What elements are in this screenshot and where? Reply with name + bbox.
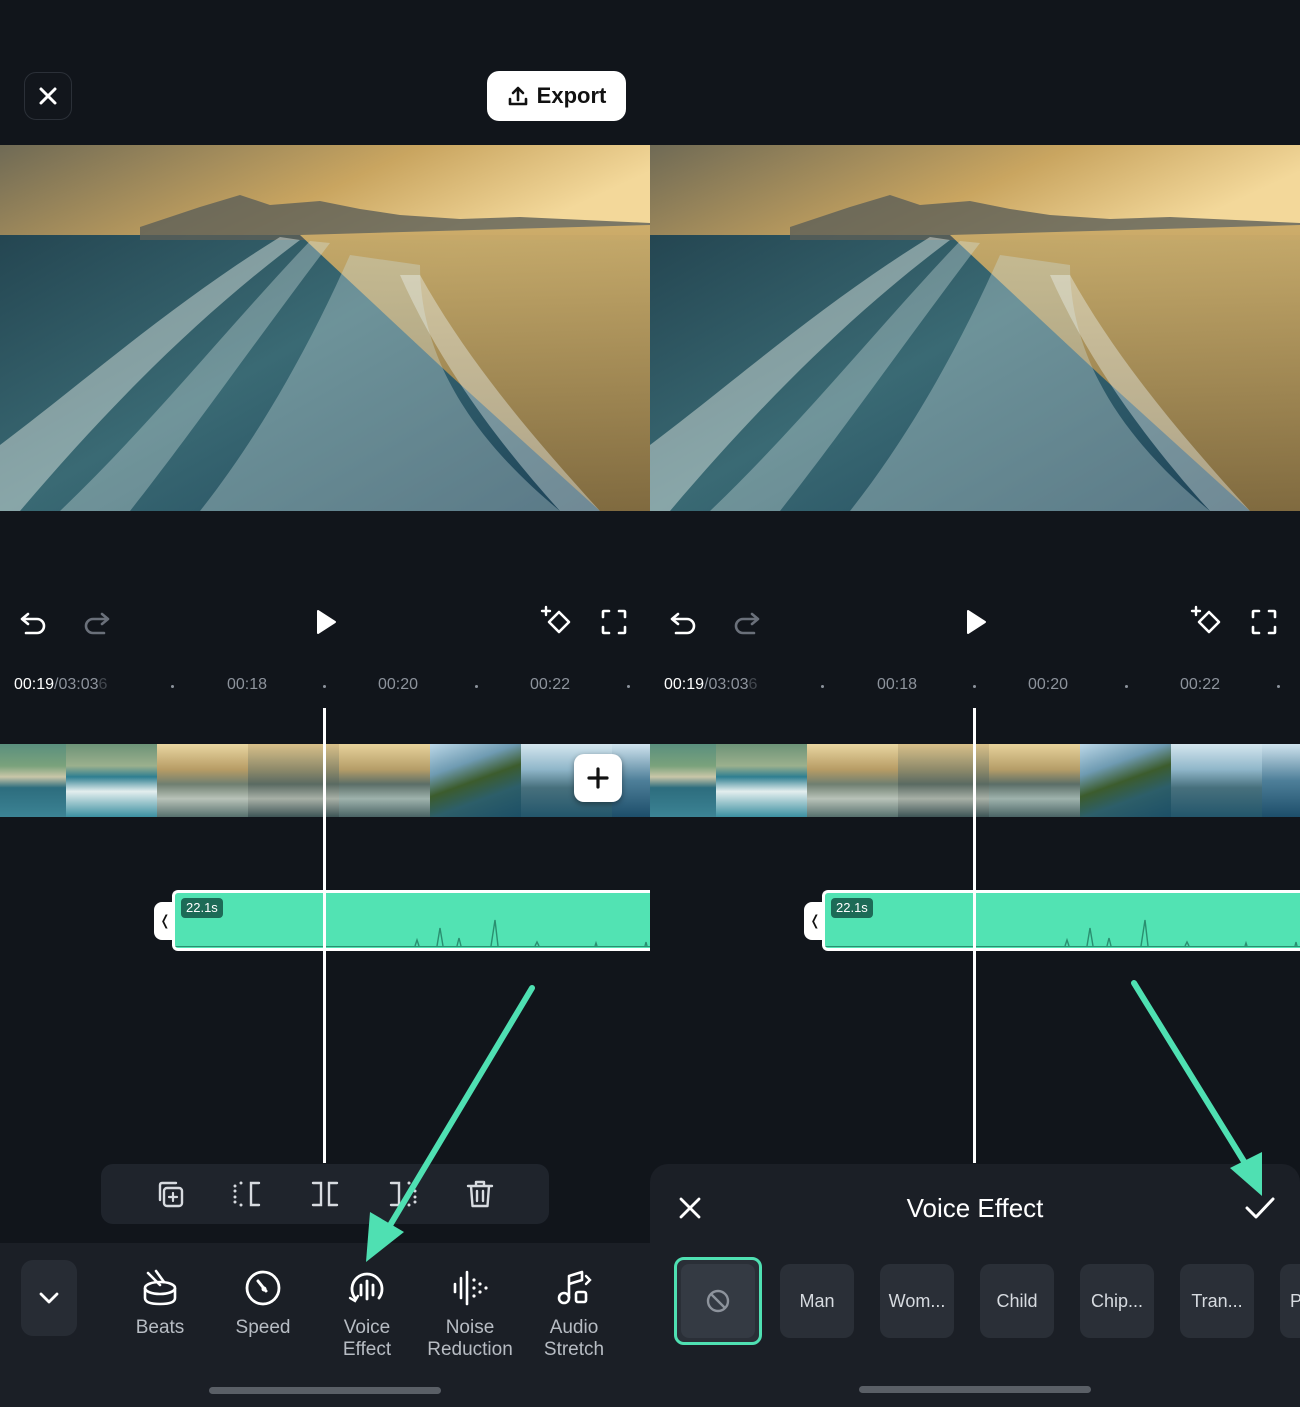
voice-option-chipmunk[interactable]: Chip... bbox=[1080, 1264, 1154, 1338]
video-preview[interactable] bbox=[650, 145, 1300, 511]
redo-icon bbox=[84, 612, 110, 635]
edit-toolbar bbox=[101, 1164, 549, 1224]
speed-icon bbox=[245, 1270, 281, 1306]
play-icon bbox=[317, 610, 336, 634]
redo-icon bbox=[734, 612, 760, 635]
undo-icon bbox=[670, 612, 696, 635]
playhead[interactable] bbox=[973, 708, 976, 1163]
keyframe-icon bbox=[540, 605, 571, 634]
checkmark-icon bbox=[1245, 1197, 1275, 1219]
editor-panel-left: Export 00:19/03:036 00:18 00:20 00:22 ❬ … bbox=[0, 0, 650, 1407]
split-button[interactable] bbox=[308, 1177, 342, 1211]
sheet-title: Voice Effect bbox=[906, 1193, 1044, 1223]
ruler-tick: 00:22 bbox=[1180, 676, 1221, 693]
undo-icon bbox=[20, 612, 46, 635]
audio-tools-bar: Beats Speed Voice Effect Noise Reduction… bbox=[0, 1243, 650, 1407]
fullscreen-icon bbox=[1251, 609, 1277, 635]
plus-icon bbox=[587, 767, 609, 789]
fullscreen-icon bbox=[601, 609, 627, 635]
undo-button[interactable] bbox=[666, 604, 702, 640]
voice-option-man[interactable]: Man bbox=[780, 1264, 854, 1338]
noise-reduction-icon bbox=[453, 1270, 488, 1306]
home-indicator bbox=[209, 1387, 441, 1394]
keyframe-button[interactable] bbox=[1190, 604, 1226, 640]
fullscreen-button[interactable] bbox=[596, 604, 632, 640]
redo-button[interactable] bbox=[728, 604, 764, 640]
redo-button[interactable] bbox=[78, 604, 114, 640]
tab-speed[interactable]: Speed bbox=[213, 1267, 313, 1339]
export-label: Export bbox=[536, 83, 607, 108]
audio-clip[interactable]: 22.1s bbox=[172, 890, 650, 951]
editor-panel-right: 00:19/03:036 00:18 00:20 00:22 ❬ 22.1s V… bbox=[650, 0, 1300, 1407]
play-button[interactable] bbox=[957, 604, 993, 640]
voice-option-transformer[interactable]: Tran... bbox=[1180, 1264, 1254, 1338]
collapse-button[interactable] bbox=[21, 1260, 77, 1336]
tab-audio-stretch[interactable]: Audio Stretch bbox=[524, 1267, 624, 1361]
ruler-tick: 00:22 bbox=[530, 676, 571, 693]
tab-beats[interactable]: Beats bbox=[110, 1267, 210, 1339]
close-icon bbox=[39, 87, 57, 105]
trash-icon bbox=[466, 1180, 494, 1208]
beats-icon bbox=[143, 1269, 177, 1306]
play-button[interactable] bbox=[307, 604, 343, 640]
voice-effect-icon bbox=[348, 1272, 384, 1303]
close-button[interactable] bbox=[24, 72, 72, 120]
trim-end-button[interactable] bbox=[386, 1177, 420, 1211]
voice-option-woman[interactable]: Wom... bbox=[880, 1264, 954, 1338]
timecode: 00:19/03:036 bbox=[14, 676, 108, 693]
keyframe-icon bbox=[1190, 605, 1221, 634]
split-icon bbox=[311, 1181, 339, 1207]
voice-effect-sheet: Voice Effect Man Wom... Child Chip... Tr… bbox=[650, 1164, 1300, 1407]
trim-end-icon bbox=[389, 1181, 417, 1207]
ruler-tick: 00:20 bbox=[378, 676, 419, 693]
chevron-down-icon bbox=[39, 1292, 59, 1304]
voice-effect-options: Man Wom... Child Chip... Tran... P bbox=[674, 1257, 1300, 1347]
tab-noise-reduction[interactable]: Noise Reduction bbox=[420, 1267, 520, 1361]
duplicate-button[interactable] bbox=[153, 1177, 187, 1211]
ruler-tick: 00:18 bbox=[877, 676, 918, 693]
voice-option-partial[interactable]: P bbox=[1280, 1264, 1300, 1338]
trim-start-button[interactable] bbox=[230, 1177, 264, 1211]
audio-clip[interactable]: 22.1s bbox=[822, 890, 1300, 951]
undo-button[interactable] bbox=[16, 604, 52, 640]
video-preview[interactable] bbox=[0, 145, 650, 511]
timecode: 00:19/03:036 bbox=[664, 676, 758, 693]
tab-voice-effect[interactable]: Voice Effect bbox=[317, 1267, 417, 1361]
audio-stretch-icon bbox=[557, 1270, 592, 1305]
fullscreen-button[interactable] bbox=[1246, 604, 1282, 640]
playhead[interactable] bbox=[323, 708, 326, 1163]
voice-option-child[interactable]: Child bbox=[980, 1264, 1054, 1338]
confirm-button[interactable] bbox=[1240, 1190, 1280, 1226]
ruler-tick: 00:20 bbox=[1028, 676, 1069, 693]
trim-start-icon bbox=[233, 1181, 261, 1207]
timeline-ruler[interactable]: 00:19/03:036 00:18 00:20 00:22 bbox=[0, 674, 650, 698]
keyframe-button[interactable] bbox=[540, 604, 576, 640]
home-indicator bbox=[859, 1386, 1091, 1393]
none-icon bbox=[706, 1289, 730, 1313]
duplicate-icon bbox=[158, 1181, 183, 1208]
voice-option-none[interactable] bbox=[674, 1257, 762, 1345]
ruler-tick: 00:18 bbox=[227, 676, 268, 693]
play-icon bbox=[967, 610, 986, 634]
upload-icon bbox=[508, 86, 527, 106]
delete-button[interactable] bbox=[463, 1177, 497, 1211]
add-clip-button[interactable] bbox=[574, 754, 622, 802]
timeline-ruler[interactable]: 00:19/03:036 00:18 00:20 00:22 bbox=[650, 674, 1300, 698]
export-button[interactable]: Export bbox=[487, 71, 626, 121]
